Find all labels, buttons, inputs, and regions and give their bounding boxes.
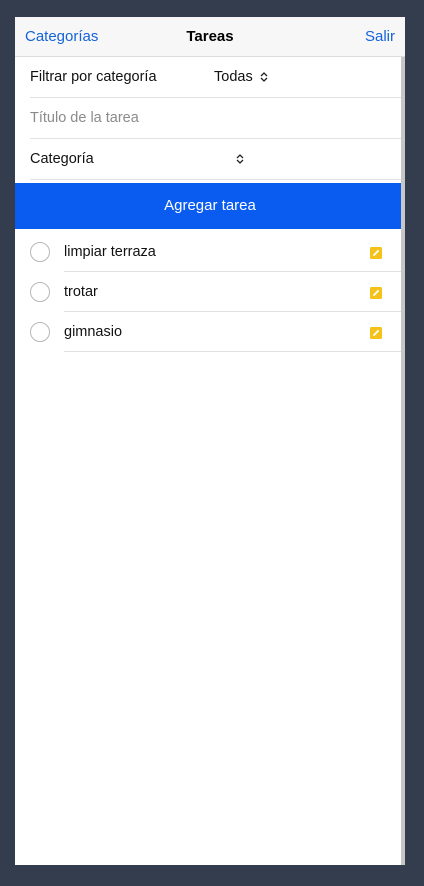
task-label: gimnasio — [64, 324, 123, 340]
task-label: limpiar terraza — [64, 244, 156, 260]
filter-selected-value: Todas — [214, 69, 253, 85]
filter-category-select[interactable]: Todas — [214, 57, 269, 97]
edit-icon[interactable] — [370, 326, 382, 339]
filter-row: Filtrar por categoría Todas — [30, 57, 405, 98]
edit-icon[interactable] — [370, 286, 382, 299]
chevron-up-down-icon — [259, 71, 269, 83]
task-title-input[interactable] — [30, 110, 405, 126]
task-category-select[interactable]: Categoría — [30, 139, 405, 179]
categories-nav-button[interactable]: Categorías — [25, 17, 98, 57]
add-task-button[interactable]: Agregar tarea — [15, 183, 405, 229]
chevron-up-down-icon — [235, 153, 245, 165]
scrollbar[interactable] — [401, 57, 405, 865]
filter-label: Filtrar por categoría — [30, 69, 157, 85]
edit-icon[interactable] — [370, 246, 382, 259]
circle-checkbox-icon[interactable] — [30, 322, 50, 342]
app-screen: Categorías Tareas Salir Filtrar por cate… — [15, 17, 405, 865]
task-category-row: Categoría — [30, 139, 405, 180]
task-category-label: Categoría — [30, 151, 94, 167]
row-divider — [64, 351, 405, 352]
logout-nav-button[interactable]: Salir — [365, 17, 395, 57]
list-item: gimnasio — [15, 312, 405, 352]
task-title-row — [30, 98, 405, 139]
list-item: trotar — [15, 272, 405, 312]
navigation-bar: Categorías Tareas Salir — [15, 17, 405, 57]
list-item: limpiar terraza — [15, 232, 405, 272]
task-list: limpiar terraza trotar gimnasio — [15, 232, 405, 352]
task-label: trotar — [64, 284, 98, 300]
circle-checkbox-icon[interactable] — [30, 242, 50, 262]
circle-checkbox-icon[interactable] — [30, 282, 50, 302]
